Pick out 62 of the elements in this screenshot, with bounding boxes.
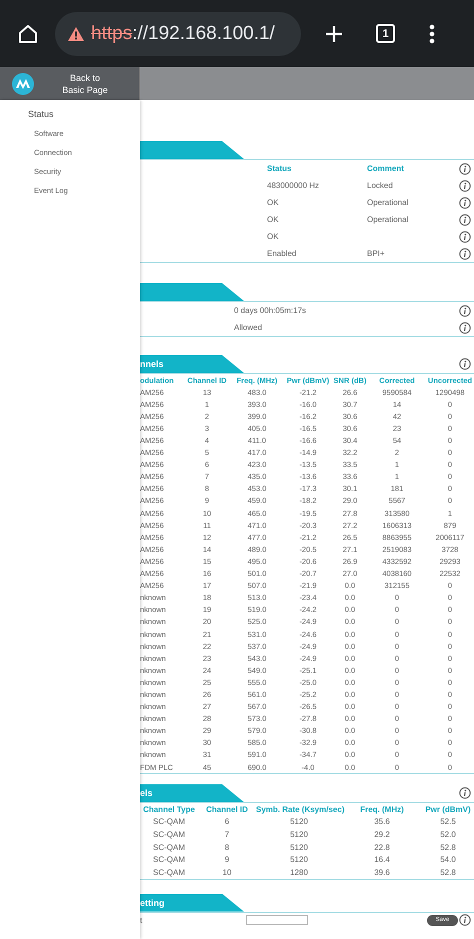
table-cell-text: SC-QAM: [152, 855, 186, 864]
table-cell-text: 54.0: [439, 855, 457, 864]
address-bar[interactable]: https://192.168.100.1/: [55, 12, 301, 56]
table-cell-text: Locked: [367, 181, 394, 190]
column-header: Symb. Rate (Ksym/sec): [256, 804, 342, 814]
table-cell-text: Allowed: [234, 323, 264, 332]
logo-icon[interactable]: [12, 72, 34, 94]
table-cell-text: 22.8: [373, 842, 391, 852]
info-icon[interactable]: [459, 214, 471, 226]
table-cell-text: 6: [224, 817, 230, 826]
table-cell-text: 0 days 00h:05m:17s: [234, 306, 308, 315]
back-link[interactable]: Back to Basic Page: [60, 72, 110, 96]
table-cell-text: SC-QAM: [152, 842, 186, 852]
table-cell-text: 9: [224, 855, 230, 864]
table-cell-text: 5120: [289, 817, 309, 826]
table-cell-text: 1280: [289, 868, 309, 877]
table-cell-text: 5120: [289, 842, 309, 852]
info-icon[interactable]: [459, 196, 471, 208]
table-cell-text: 29.2: [373, 830, 391, 840]
table-cell-text: OK: [267, 232, 280, 241]
table-cell-text: SC-QAM: [152, 868, 186, 877]
info-icon[interactable]: [459, 180, 471, 192]
table-cell-text: 52.8: [439, 868, 457, 877]
table-cell-text: 52.5: [439, 817, 457, 826]
field-label: t: [140, 916, 144, 925]
table-cell-text: Operational: [367, 215, 410, 224]
table-cell-text: SC-QAM: [152, 817, 186, 826]
table-cell-text: 10: [222, 868, 232, 877]
table-cell-text: BPI+: [367, 249, 386, 258]
tab-count-button[interactable]: 1: [376, 24, 395, 43]
table-cell-text: 7: [224, 830, 230, 840]
table-cell-text: OK: [267, 215, 280, 224]
table-cell-text: OK: [267, 198, 280, 207]
info-icon[interactable]: [459, 787, 471, 800]
info-icon[interactable]: [459, 162, 471, 174]
info-icon[interactable]: [459, 322, 471, 334]
menu-icon[interactable]: [428, 22, 436, 44]
table-cell-text: 16.4: [373, 855, 391, 864]
info-icon[interactable]: [459, 358, 471, 370]
column-header: Channel Type: [142, 804, 196, 814]
sidebar-heading[interactable]: Status: [28, 109, 140, 119]
column-header: Status: [267, 164, 292, 173]
info-icon[interactable]: [459, 914, 471, 926]
table-cell-text: SC-QAM: [152, 830, 186, 840]
column-header: Pwr (dBmV): [424, 804, 472, 814]
table-cell-text: 5120: [289, 855, 309, 864]
table-cell-text: 39.6: [373, 868, 391, 877]
table-cell-text: 52.8: [439, 842, 457, 852]
column-header: Comment: [367, 164, 405, 173]
table-cell-text: 35.6: [373, 817, 391, 826]
table-cell-text: 5120: [289, 830, 309, 840]
info-icon[interactable]: [459, 230, 471, 242]
info-icon[interactable]: [459, 248, 471, 260]
table-cell-text: 483000000 Hz: [267, 181, 320, 190]
info-icon[interactable]: [459, 304, 471, 316]
table-cell-text: 8: [224, 842, 230, 852]
table-cell-text: Operational: [367, 198, 410, 207]
url-text: https://192.168.100.1/: [91, 22, 275, 44]
table-cell-text: 52.0: [439, 830, 457, 840]
column-header: Channel ID: [205, 804, 249, 814]
table-cell-text: Enabled: [267, 249, 298, 258]
input-field[interactable]: [246, 915, 308, 926]
